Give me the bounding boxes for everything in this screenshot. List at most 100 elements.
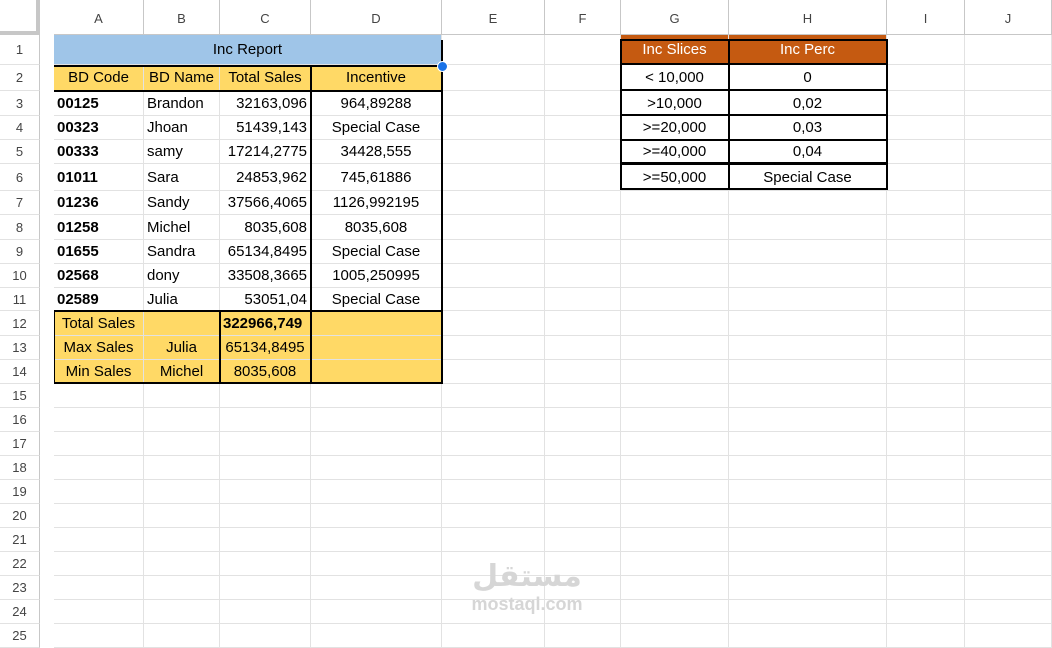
cell[interactable] xyxy=(887,504,965,528)
cell[interactable] xyxy=(311,456,442,480)
cell[interactable] xyxy=(887,384,965,408)
cell[interactable] xyxy=(729,240,887,264)
row-header-24[interactable]: 24 xyxy=(0,600,40,624)
cell[interactable] xyxy=(621,360,729,384)
slice-percent-cell[interactable]: 0,03 xyxy=(729,116,887,140)
row-header-25[interactable]: 25 xyxy=(0,624,40,648)
cell[interactable] xyxy=(887,264,965,288)
cell[interactable] xyxy=(442,624,545,648)
column-header-b[interactable]: B xyxy=(144,0,220,35)
incentive-cell[interactable]: 1126,992195 xyxy=(311,191,442,215)
cell[interactable] xyxy=(729,288,887,311)
cell[interactable] xyxy=(621,504,729,528)
cell[interactable] xyxy=(887,311,965,336)
slice-percent-cell[interactable]: 0,04 xyxy=(729,140,887,164)
column-header-a[interactable]: A xyxy=(54,0,144,35)
total-sales-cell[interactable]: 8035,608 xyxy=(220,215,311,240)
total-sales-cell[interactable]: 53051,04 xyxy=(220,288,311,311)
cell[interactable] xyxy=(545,456,621,480)
row-header-4[interactable]: 4 xyxy=(0,116,40,140)
bd-code-cell[interactable]: 00125 xyxy=(54,91,144,116)
summary-incentive-cell[interactable] xyxy=(311,360,442,384)
cell[interactable] xyxy=(887,65,965,91)
cell[interactable] xyxy=(442,191,545,215)
bd-name-cell[interactable]: Sandy xyxy=(144,191,220,215)
bd-name-cell[interactable]: Sandra xyxy=(144,240,220,264)
column-header-i[interactable]: I xyxy=(887,0,965,35)
column-header-c[interactable]: C xyxy=(220,0,311,35)
cell[interactable] xyxy=(729,311,887,336)
cell[interactable] xyxy=(545,288,621,311)
cell[interactable] xyxy=(621,288,729,311)
cell[interactable] xyxy=(729,408,887,432)
cell[interactable] xyxy=(311,552,442,576)
cell[interactable] xyxy=(545,65,621,91)
cell[interactable] xyxy=(729,215,887,240)
cell[interactable] xyxy=(442,140,545,164)
cell[interactable] xyxy=(144,624,220,648)
total-sales-cell[interactable]: 32163,096 xyxy=(220,91,311,116)
row-header-6[interactable]: 6 xyxy=(0,164,40,191)
cell[interactable] xyxy=(442,528,545,552)
row-header-5[interactable]: 5 xyxy=(0,140,40,164)
select-all-corner[interactable] xyxy=(0,0,40,35)
summary-value-cell[interactable]: 322966,749 xyxy=(220,311,311,336)
cell[interactable] xyxy=(887,91,965,116)
cell[interactable] xyxy=(887,140,965,164)
row-header-13[interactable]: 13 xyxy=(0,336,40,360)
cell[interactable] xyxy=(887,552,965,576)
bd-name-cell[interactable]: Jhoan xyxy=(144,116,220,140)
cell[interactable] xyxy=(621,408,729,432)
cell[interactable] xyxy=(545,311,621,336)
summary-value-cell[interactable]: 8035,608 xyxy=(220,360,311,384)
cell[interactable] xyxy=(965,360,1052,384)
cell[interactable] xyxy=(144,456,220,480)
cell[interactable] xyxy=(311,480,442,504)
cell[interactable] xyxy=(965,456,1052,480)
cell[interactable] xyxy=(144,504,220,528)
cell[interactable] xyxy=(54,408,144,432)
cell[interactable] xyxy=(887,191,965,215)
cell[interactable] xyxy=(144,600,220,624)
cell[interactable] xyxy=(442,164,545,191)
slice-range-cell[interactable]: >=50,000 xyxy=(621,164,729,191)
column-header-f[interactable]: F xyxy=(545,0,621,35)
cell[interactable] xyxy=(887,35,965,65)
cell[interactable] xyxy=(442,504,545,528)
bd-code-cell[interactable]: 01655 xyxy=(54,240,144,264)
cell[interactable] xyxy=(311,624,442,648)
cell[interactable] xyxy=(144,408,220,432)
summary-label-cell[interactable]: Min Sales xyxy=(54,360,144,384)
cell[interactable] xyxy=(965,528,1052,552)
cell[interactable] xyxy=(887,116,965,140)
row-header-17[interactable]: 17 xyxy=(0,432,40,456)
bd-name-cell[interactable]: Julia xyxy=(144,288,220,311)
cell[interactable] xyxy=(887,215,965,240)
cell[interactable] xyxy=(965,336,1052,360)
row-header-22[interactable]: 22 xyxy=(0,552,40,576)
report-title[interactable]: Inc Report xyxy=(54,35,442,65)
slice-percent-cell[interactable]: Special Case xyxy=(729,164,887,191)
cell[interactable] xyxy=(965,504,1052,528)
cell[interactable] xyxy=(965,408,1052,432)
cell[interactable] xyxy=(887,164,965,191)
slice-range-cell[interactable]: >=20,000 xyxy=(621,116,729,140)
cell[interactable] xyxy=(220,600,311,624)
cell[interactable] xyxy=(442,360,545,384)
cell[interactable] xyxy=(545,140,621,164)
cell[interactable] xyxy=(54,528,144,552)
cell[interactable] xyxy=(311,576,442,600)
column-header-e[interactable]: E xyxy=(442,0,545,35)
cell[interactable] xyxy=(887,288,965,311)
cell[interactable] xyxy=(545,624,621,648)
cell[interactable] xyxy=(144,480,220,504)
bd-name-cell[interactable]: Sara xyxy=(144,164,220,191)
summary-incentive-cell[interactable] xyxy=(311,311,442,336)
cell[interactable] xyxy=(965,240,1052,264)
row-header-19[interactable]: 19 xyxy=(0,480,40,504)
row-header-15[interactable]: 15 xyxy=(0,384,40,408)
cell[interactable] xyxy=(965,116,1052,140)
bd-name-cell[interactable]: dony xyxy=(144,264,220,288)
cell[interactable] xyxy=(887,336,965,360)
cell[interactable] xyxy=(965,65,1052,91)
